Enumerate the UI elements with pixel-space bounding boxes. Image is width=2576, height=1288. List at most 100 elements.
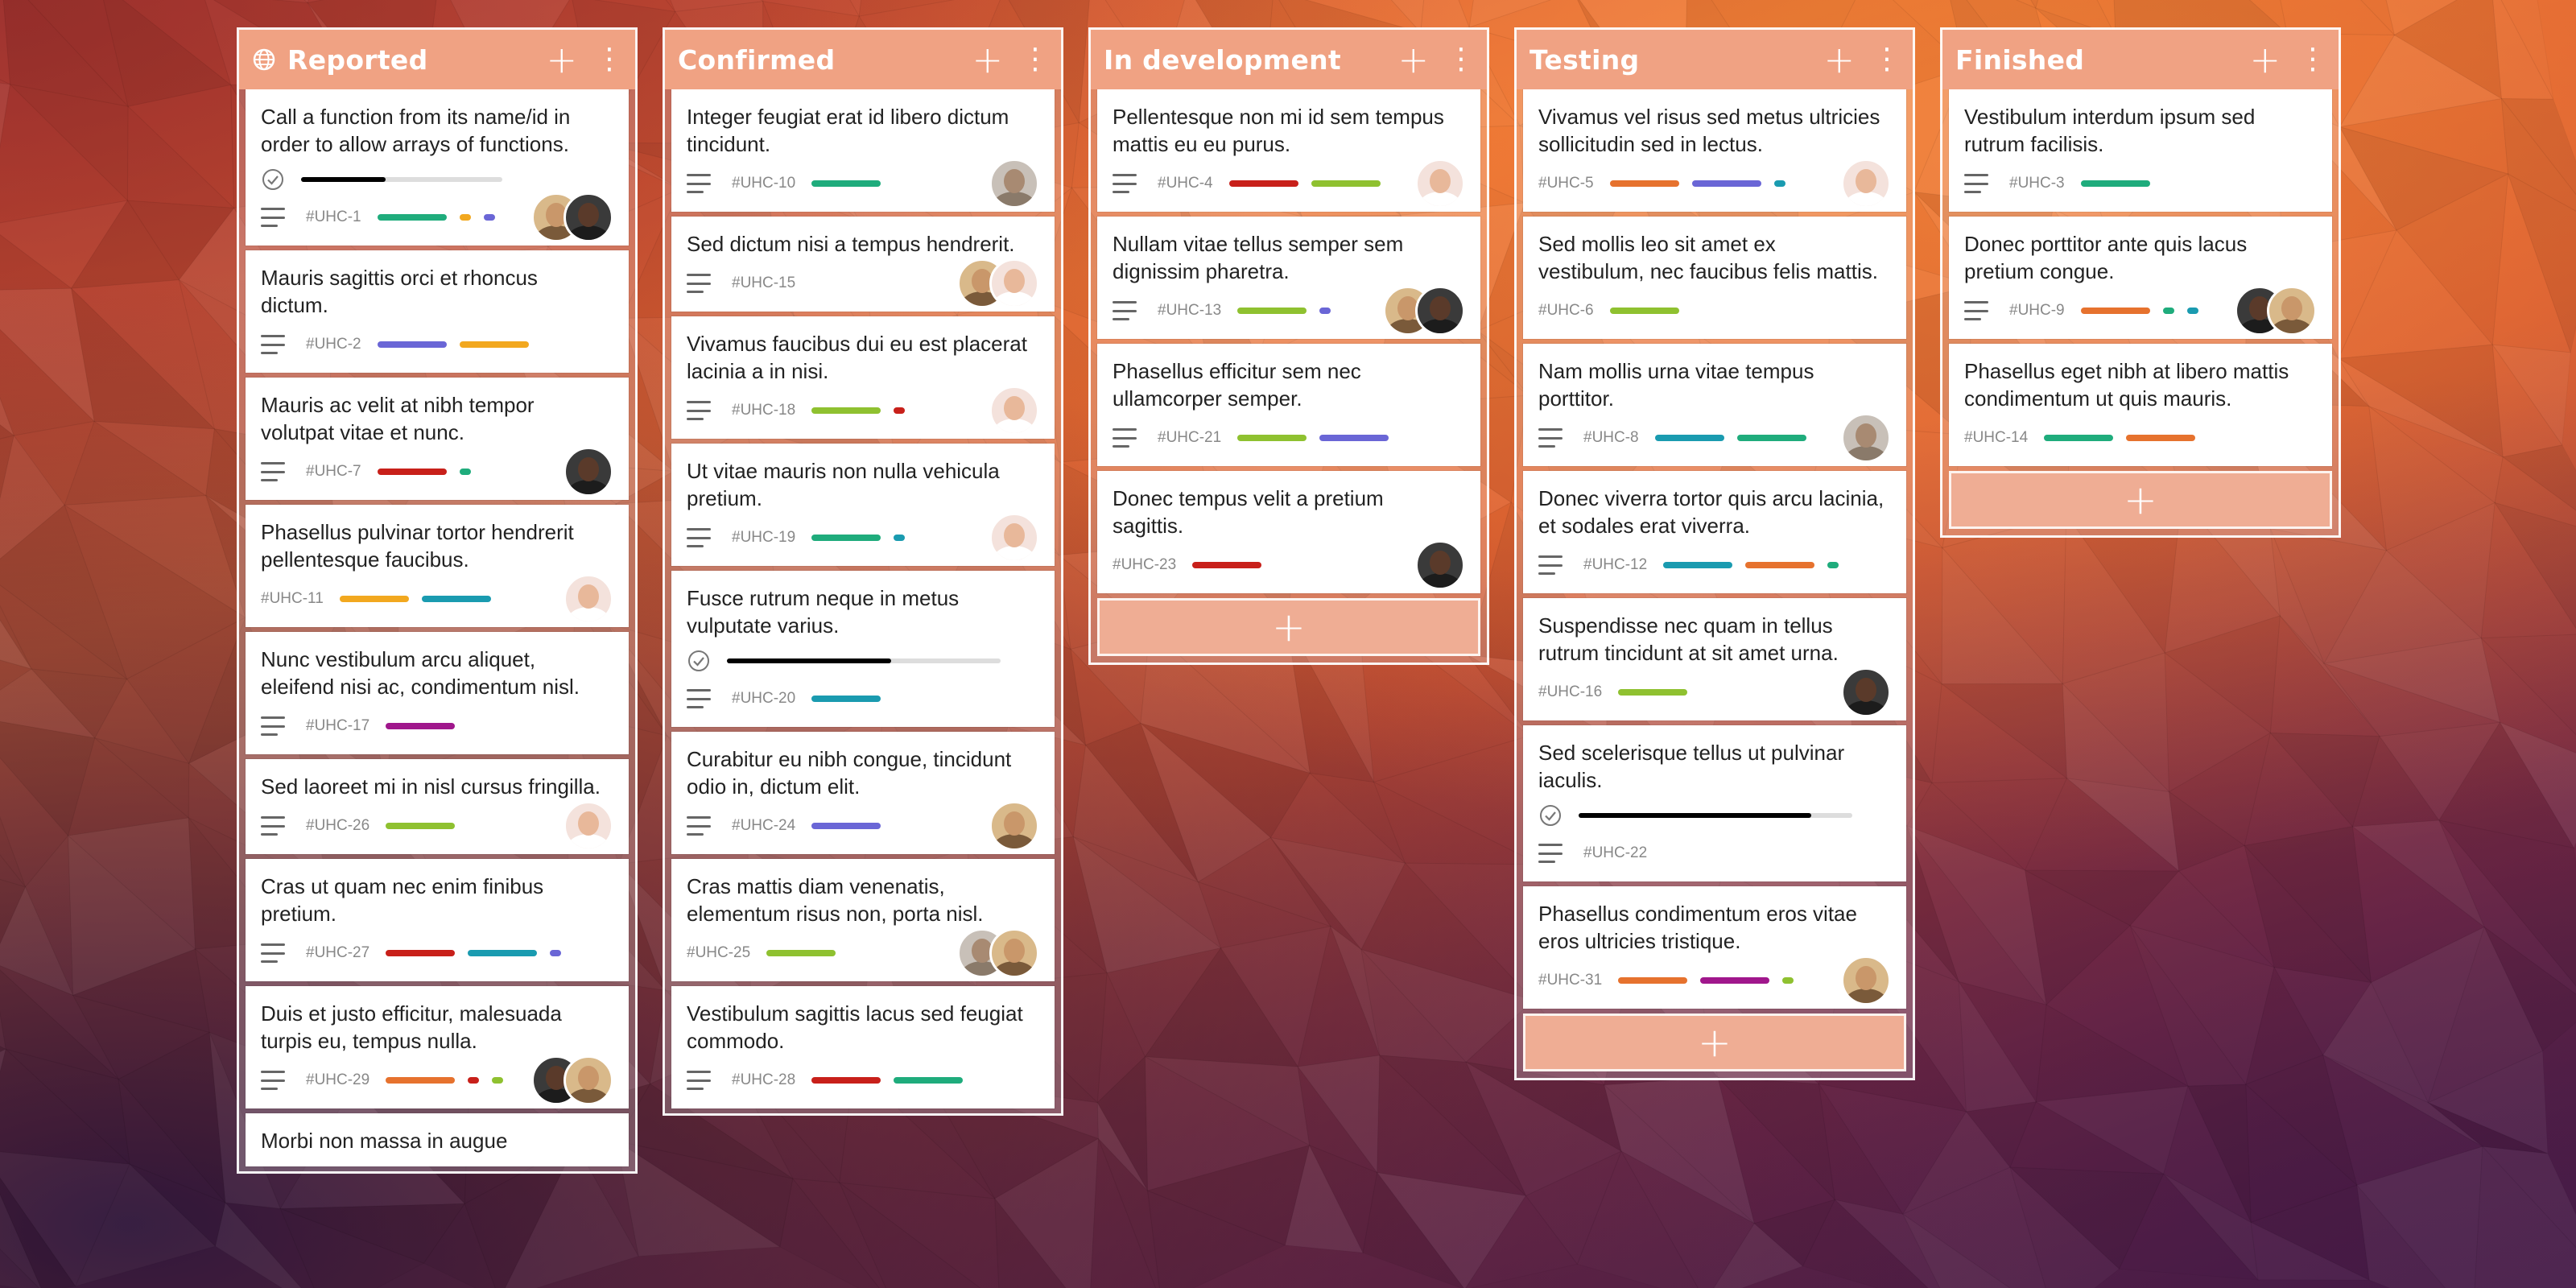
task-card[interactable]: Vestibulum interdum ipsum sed rutrum fac… [1949, 89, 2332, 212]
card-id: #UHC-2 [306, 336, 361, 353]
task-card[interactable]: Curabitur eu nibh congue, tincidunt odio… [671, 732, 1055, 854]
task-card[interactable]: Pellentesque non mi id sem tempus mattis… [1097, 89, 1480, 212]
color-label [1782, 977, 1794, 984]
checklist-progress [261, 167, 613, 192]
description-icon [1113, 174, 1137, 193]
avatar[interactable] [1415, 159, 1465, 208]
task-card[interactable]: Fusce rutrum neque in metus vulputate va… [671, 571, 1055, 727]
avatar[interactable] [1415, 286, 1465, 336]
card-footer: #UHC-25 [687, 928, 1039, 978]
card-id: #UHC-15 [732, 275, 796, 291]
add-card-button[interactable]: + [1523, 1013, 1906, 1071]
card-id: #UHC-8 [1583, 429, 1639, 446]
add-card-icon[interactable]: + [1397, 41, 1429, 78]
task-card[interactable]: Nunc vestibulum arcu aliquet, eleifend n… [246, 632, 629, 754]
card-labels [1618, 689, 1841, 696]
card-footer: #UHC-22 [1538, 837, 1891, 869]
check-circle-icon [261, 167, 285, 192]
description-icon [261, 1071, 285, 1090]
task-card[interactable]: Phasellus eget nibh at libero mattis con… [1949, 344, 2332, 466]
add-card-button[interactable]: + [1097, 598, 1480, 656]
task-card[interactable]: Vivamus vel risus sed metus ultricies so… [1523, 89, 1906, 212]
avatar[interactable] [989, 258, 1039, 308]
avatar[interactable] [989, 928, 1039, 978]
task-card[interactable]: Nam mollis urna vitae tempus porttitor. #… [1523, 344, 1906, 466]
task-card[interactable]: Sed scelerisque tellus ut pulvinar iacul… [1523, 725, 1906, 881]
task-card[interactable]: Sed mollis leo sit amet ex vestibulum, n… [1523, 217, 1906, 339]
avatar[interactable] [2267, 286, 2317, 336]
add-card-icon[interactable]: + [1823, 41, 1855, 78]
more-options-icon[interactable]: ⋮ [595, 45, 624, 74]
add-card-icon[interactable]: + [972, 41, 1003, 78]
task-card[interactable]: Phasellus efficitur sem nec ullamcorper … [1097, 344, 1480, 466]
column-header: Confirmed + ⋮ [665, 30, 1061, 89]
task-card[interactable]: Vestibulum sagittis lacus sed feugiat co… [671, 986, 1055, 1108]
card-footer: #UHC-20 [687, 683, 1039, 715]
task-card[interactable]: Nullam vitae tellus semper sem dignissim… [1097, 217, 1480, 339]
task-card[interactable]: Donec tempus velit a pretium sagittis. #U… [1097, 471, 1480, 593]
task-card[interactable]: Donec viverra tortor quis arcu lacinia, … [1523, 471, 1906, 593]
avatar[interactable] [1841, 956, 1891, 1005]
avatar[interactable] [1415, 540, 1465, 590]
avatar[interactable] [989, 386, 1039, 436]
color-label [386, 950, 456, 956]
task-card[interactable]: Call a function from its name/id in orde… [246, 89, 629, 246]
task-card[interactable]: Donec porttitor ante quis lacus pretium … [1949, 217, 2332, 339]
more-options-icon[interactable]: ⋮ [1872, 45, 1901, 74]
avatar[interactable] [564, 192, 613, 242]
assignee-avatars [989, 801, 1039, 851]
color-label [459, 214, 471, 221]
add-card-icon[interactable]: + [2249, 41, 2281, 78]
card-id: #UHC-18 [732, 402, 796, 419]
task-card[interactable]: Duis et justo efficitur, malesuada turpi… [246, 986, 629, 1108]
avatar[interactable] [564, 574, 613, 624]
avatar[interactable] [1841, 667, 1891, 717]
card-footer: #UHC-31 [1538, 956, 1891, 1005]
task-card[interactable]: Mauris sagittis orci et rhoncus dictum. #… [246, 250, 629, 373]
add-card-icon[interactable]: + [546, 41, 577, 78]
add-card-button[interactable]: + [1949, 471, 2332, 529]
task-card[interactable]: Vivamus faucibus dui eu est placerat lac… [671, 316, 1055, 439]
color-label [2162, 308, 2174, 314]
more-options-icon[interactable]: ⋮ [1021, 45, 1050, 74]
color-label [811, 180, 881, 187]
avatar[interactable] [564, 801, 613, 851]
card-labels [811, 180, 989, 187]
task-card[interactable]: Mauris ac velit at nibh tempor volutpat … [246, 378, 629, 500]
card-footer: #UHC-12 [1538, 549, 1891, 581]
card-footer: #UHC-18 [687, 386, 1039, 436]
card-id: #UHC-6 [1538, 302, 1594, 319]
progress-track [1579, 813, 1852, 818]
description-icon [261, 208, 285, 227]
task-card[interactable]: Phasellus condimentum eros vitae eros ul… [1523, 886, 1906, 1009]
more-options-icon[interactable]: ⋮ [2298, 45, 2327, 74]
avatar[interactable] [564, 447, 613, 497]
task-card[interactable]: Cras mattis diam venenatis, elementum ri… [671, 859, 1055, 981]
color-label [1192, 562, 1262, 568]
avatar[interactable] [564, 1055, 613, 1105]
avatar[interactable] [1841, 413, 1891, 463]
task-card[interactable]: Morbi non massa in augue [246, 1113, 629, 1166]
progress-fill [727, 658, 891, 663]
assignee-avatars [989, 513, 1039, 563]
task-card[interactable]: Integer feugiat erat id libero dictum ti… [671, 89, 1055, 212]
task-card[interactable]: Suspendisse nec quam in tellus rutrum ti… [1523, 598, 1906, 720]
card-title: Donec viverra tortor quis arcu lacinia, … [1538, 486, 1885, 538]
avatar[interactable] [1841, 159, 1891, 208]
avatar[interactable] [989, 801, 1039, 851]
task-card[interactable]: Phasellus pulvinar tortor hendrerit pell… [246, 505, 629, 627]
more-options-icon[interactable]: ⋮ [1447, 45, 1476, 74]
checklist-progress [687, 649, 1039, 673]
task-card[interactable]: Cras ut quam nec enim finibus pretium. #U… [246, 859, 629, 981]
progress-fill [301, 177, 386, 182]
task-card[interactable]: Sed dictum nisi a tempus hendrerit. #UHC-… [671, 217, 1055, 312]
avatar[interactable] [989, 159, 1039, 208]
color-label [1618, 977, 1688, 984]
avatar[interactable] [989, 513, 1039, 563]
task-card[interactable]: Ut vitae mauris non nulla vehicula preti… [671, 444, 1055, 566]
color-label [1319, 308, 1331, 314]
card-footer: #UHC-3 [1964, 167, 2317, 200]
progress-track [727, 658, 1001, 663]
card-id: #UHC-11 [261, 590, 324, 607]
task-card[interactable]: Sed laoreet mi in nisl cursus fringilla.… [246, 759, 629, 854]
